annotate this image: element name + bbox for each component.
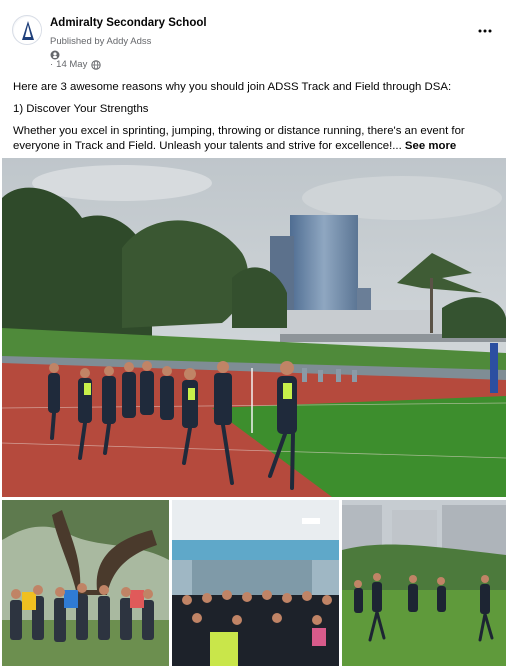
post-date-link[interactable]: 14 May: [56, 59, 87, 70]
thumb-photo-group-indoor[interactable]: [172, 500, 339, 666]
post-paragraph: Whether you excel in sprinting, jumping,…: [13, 124, 495, 154]
main-photo-runners-on-track[interactable]: [2, 158, 506, 497]
globe-icon: [91, 59, 102, 70]
post-header: Admiralty Secondary School Published by …: [0, 0, 508, 78]
post-options-button[interactable]: [476, 22, 494, 40]
post-body: Here are 3 awesome reasons why you shoul…: [13, 80, 495, 154]
post-paragraph-text: Whether you excel in sprinting, jumping,…: [13, 125, 465, 152]
page-name-link[interactable]: Admiralty Secondary School: [50, 17, 207, 29]
photo-grid: [0, 158, 508, 666]
date-separator: ·: [50, 59, 54, 70]
thumb-photo-group-under-tree[interactable]: [2, 500, 169, 666]
post-point-text: 1) Discover Your Strengths: [13, 103, 149, 115]
group-under-tree-image: [2, 500, 169, 666]
post-intro-text: Here are 3 awesome reasons why you shoul…: [13, 81, 452, 93]
thumb-photo-runners-on-field[interactable]: [342, 500, 506, 666]
more-horizontal-icon: [478, 29, 492, 33]
runners-on-field-image: [342, 500, 506, 666]
see-more-link[interactable]: See more: [405, 140, 456, 152]
school-crest-icon: [14, 17, 41, 44]
post-card: Admiralty Secondary School Published by …: [0, 0, 508, 666]
published-by-text: Published by Addy Adss: [50, 36, 152, 47]
page-avatar[interactable]: [12, 15, 42, 45]
post-date-row: · 14 May: [50, 59, 102, 70]
group-indoor-image: [172, 500, 339, 666]
